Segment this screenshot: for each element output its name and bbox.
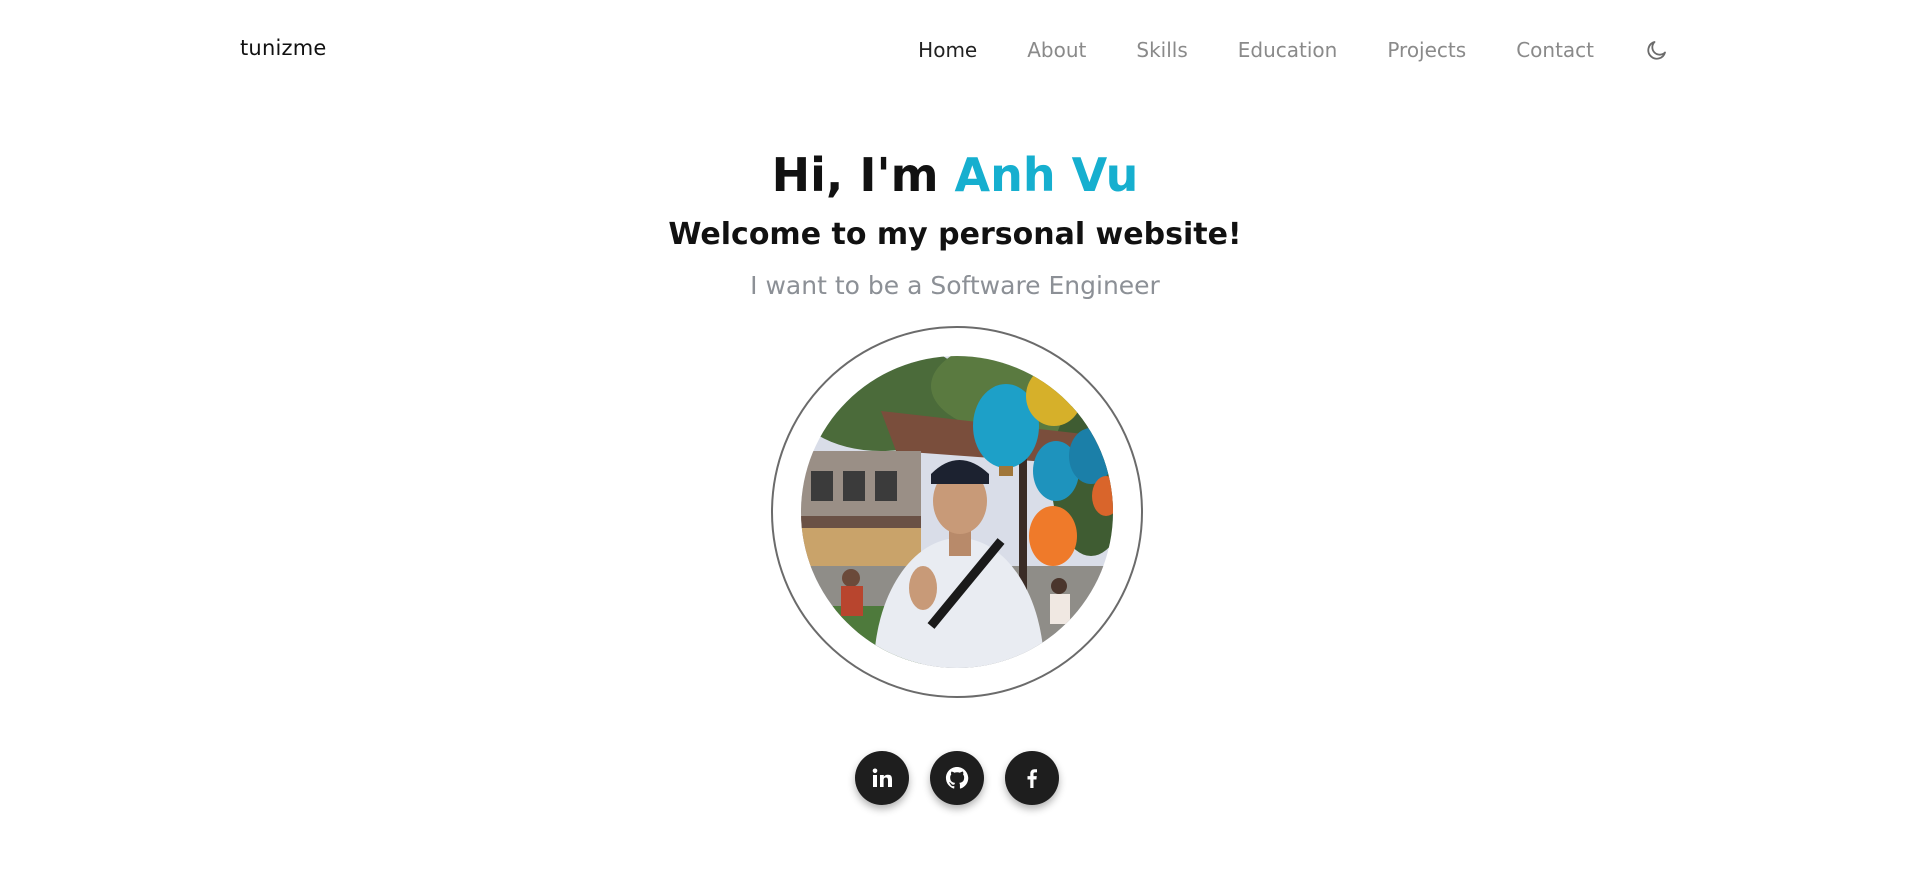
nav-item-skills[interactable]: Skills: [1136, 38, 1187, 62]
linkedin-icon: [872, 768, 892, 787]
main-nav: Home About Skills Education Projects Con…: [868, 30, 1670, 70]
github-icon: [945, 766, 969, 789]
nav-item-about[interactable]: About: [1027, 38, 1086, 62]
header: tunizme Home About Skills Education Proj…: [0, 0, 1910, 100]
hero-subtitle: Welcome to my personal website!: [668, 217, 1242, 252]
theme-toggle-button[interactable]: [1644, 37, 1670, 63]
hero-tagline: I want to be a Software Engineer: [750, 271, 1160, 300]
nav-item-projects[interactable]: Projects: [1387, 38, 1466, 62]
hero: Hi, I'm Anh Vu Welcome to my personal we…: [0, 140, 1910, 308]
page: tunizme Home About Skills Education Proj…: [0, 0, 1910, 891]
nav-item-home[interactable]: Home: [918, 38, 977, 62]
hero-greeting: Hi, I'm: [771, 148, 939, 202]
social-links: [855, 751, 1059, 805]
brand-logo[interactable]: tunizme: [240, 36, 327, 60]
hero-title: Hi, I'm Anh Vu: [0, 140, 1910, 210]
linkedin-button[interactable]: [855, 751, 909, 805]
facebook-button[interactable]: [1005, 751, 1059, 805]
avatar-photo: [801, 356, 1113, 668]
hero-name: Anh Vu: [954, 148, 1139, 202]
nav-item-contact[interactable]: Contact: [1516, 38, 1594, 62]
moon-icon: [1647, 41, 1666, 60]
avatar-illustration: [801, 356, 1113, 668]
facebook-icon: [1027, 769, 1037, 788]
nav-item-education[interactable]: Education: [1238, 38, 1338, 62]
github-button[interactable]: [930, 751, 984, 805]
